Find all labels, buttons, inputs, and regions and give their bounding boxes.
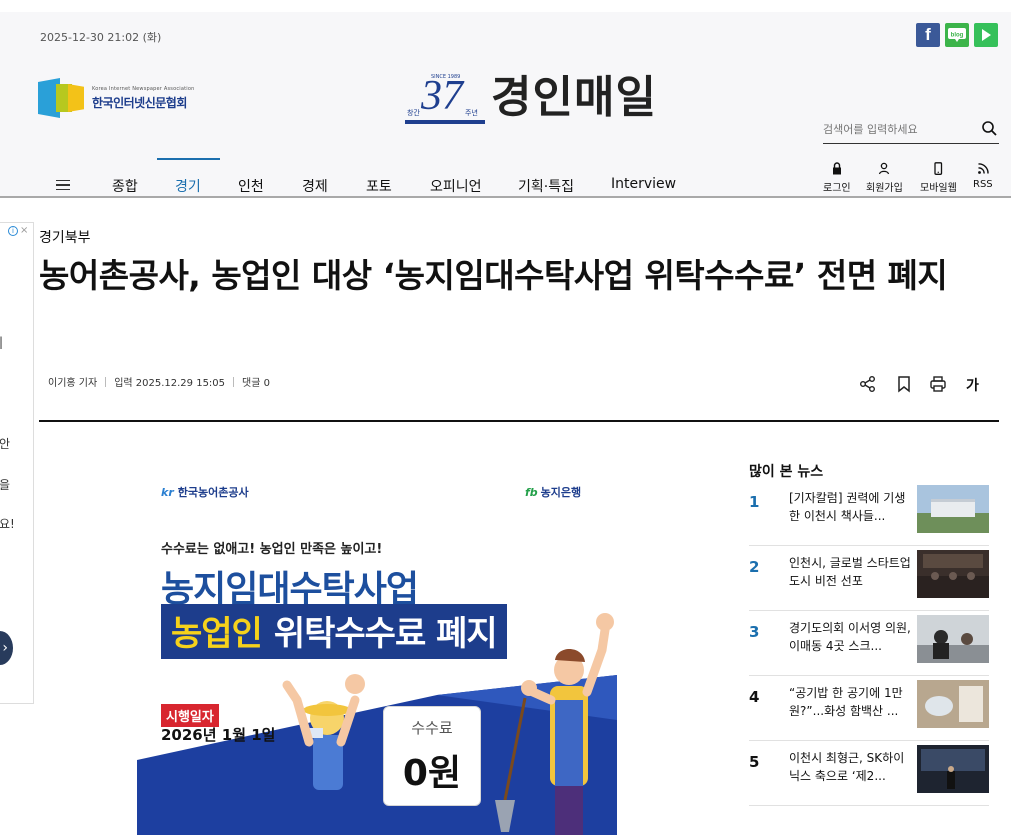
hero-fee-value: 0원 (402, 753, 462, 794)
popular-news-item[interactable]: 1 [기자칼럼] 권력에 기생한 이천시 책사들... (749, 481, 989, 546)
nav-item-opinion[interactable]: 오피니언 (430, 176, 482, 196)
print-icon[interactable] (929, 375, 947, 393)
popular-headline[interactable]: “공기밥 한 공기에 1만원?”...화성 함백산 ... (789, 684, 911, 720)
nav-item-economy[interactable]: 경제 (302, 176, 328, 196)
mobile-icon (934, 162, 943, 175)
popular-headline[interactable]: [기자칼럼] 권력에 기생한 이천시 책사들... (789, 489, 911, 525)
side-ad-banner[interactable]: i × | 안 을 요! › (0, 222, 34, 704)
ad-info-icon[interactable]: i (8, 226, 18, 236)
krc-logo-icon: kr (161, 486, 174, 499)
hero-title-rest: 위탁수수료 폐지 (273, 614, 498, 654)
lock-icon (832, 162, 841, 175)
association-logo[interactable]: Korea Internet Newspaper Association 한국인… (38, 78, 195, 118)
nav-item-interview[interactable]: Interview (611, 176, 676, 192)
article-category[interactable]: 경기북부 (39, 227, 91, 247)
anniversary-number: 37 (421, 73, 463, 119)
rss-label: RSS (973, 179, 993, 190)
hero-org-right-text: 농지은행 (540, 486, 582, 499)
popular-thumbnail[interactable] (917, 550, 989, 598)
reporter-name[interactable]: 이기홍 기자 (48, 374, 97, 389)
hero-org-left-text: 한국농어촌공사 (177, 486, 249, 499)
article-divider (39, 420, 999, 422)
association-name-en: Korea Internet Newspaper Association (92, 85, 195, 92)
logo-name: 경인매일 (491, 72, 657, 123)
popular-rank: 4 (749, 688, 760, 706)
popular-news-item[interactable]: 3 경기도의회 이서영 의원, 이매동 4곳 스크... (749, 611, 989, 676)
popular-rank: 2 (749, 558, 760, 576)
hero-org-left: kr 한국농어촌공사 (161, 484, 249, 500)
site-logo[interactable]: SINCE 1989 37 창간 주년 경인매일 (405, 72, 657, 124)
nav-item-incheon[interactable]: 인천 (238, 176, 264, 196)
association-name-ko: 한국인터넷신문협회 (92, 95, 187, 110)
mobile-web-link[interactable]: 모바일웹 (920, 162, 957, 194)
ad-text-fragment: | (0, 335, 3, 349)
font-size-button[interactable]: 가 (966, 375, 979, 395)
menu-icon[interactable] (56, 180, 70, 190)
comment-count[interactable]: 댓글 0 (242, 374, 270, 389)
popular-news-title: 많이 본 뉴스 (749, 464, 824, 480)
blog-icon-text: blog (951, 33, 964, 39)
current-date: 2025-12-30 21:02 (화) (40, 31, 162, 44)
ad-text-fragment: 을 (0, 478, 11, 492)
article-hero-image: kr 한국농어촌공사 fb 농지은행 수수료는 없애고! 농업인 만족은 높이고! … (137, 460, 617, 835)
hero-title-highlight: 농업인 (171, 614, 263, 654)
nav-item-photo[interactable]: 포토 (366, 176, 392, 196)
login-link[interactable]: 로그인 (823, 162, 851, 194)
hero-title-line2: 농업인 위탁수수료 폐지 (161, 604, 507, 659)
nav-item-feature[interactable]: 기획·특집 (518, 176, 574, 196)
signup-label: 회원가입 (866, 183, 903, 194)
nav-item-gyeonggi[interactable]: 경기 (175, 176, 201, 196)
published-date: 입력 2025.12.29 15:05 (114, 378, 226, 389)
hero-fee-label: 수수료 (411, 719, 453, 737)
search-box (823, 116, 999, 144)
login-label: 로그인 (823, 183, 851, 194)
main-nav: 종합 경기 인천 경제 포토 오피니언 기획·특집 Interview (0, 158, 1011, 208)
popular-rank: 1 (749, 493, 760, 511)
popular-rank: 3 (749, 623, 760, 641)
blog-icon[interactable]: blog (945, 23, 969, 47)
popular-headline[interactable]: 인천시, 글로벌 스타트업 도시 비전 선포 (789, 554, 911, 590)
popular-news-item[interactable]: 2 인천시, 글로벌 스타트업 도시 비전 선포 (749, 546, 989, 611)
association-emblem-icon (38, 78, 84, 118)
anniversary-left-label: 창간 (407, 109, 420, 117)
article-meta: 이기홍 기자 입력 2025.12.29 15:05 댓글 0 (48, 374, 270, 389)
hero-subtitle: 수수료는 없애고! 농업인 만족은 높이고! (161, 542, 383, 557)
popular-rank: 5 (749, 753, 760, 771)
popular-headline[interactable]: 경기도의회 이서영 의원, 이매동 4곳 스크... (789, 619, 911, 655)
play-icon[interactable] (974, 23, 998, 47)
popular-thumbnail[interactable] (917, 615, 989, 663)
hero-org-right: fb 농지은행 (525, 484, 581, 500)
ad-text-fragment: 요! (0, 517, 15, 531)
hero-date-value: 2026년 1월 1일 (161, 726, 276, 744)
share-icon[interactable] (859, 375, 877, 393)
bookmark-icon[interactable] (895, 375, 913, 393)
user-icon (879, 162, 890, 175)
facebook-icon[interactable]: f (916, 23, 940, 47)
ad-text-fragment: 안 (0, 437, 11, 451)
rss-link[interactable]: RSS (973, 162, 993, 190)
search-icon[interactable] (981, 120, 999, 138)
popular-news-item[interactable]: 5 이천시 최형근, SK하이닉스 축으로 ‘제2... (749, 741, 989, 806)
rss-icon (977, 163, 989, 174)
popular-headline[interactable]: 이천시 최형근, SK하이닉스 축으로 ‘제2... (789, 749, 911, 785)
nav-active-indicator (157, 158, 220, 160)
popular-thumbnail[interactable] (917, 680, 989, 728)
article-headline: 농어촌공사, 농업인 대상 ‘농지임대수탁사업 위탁수수료’ 전면 폐지 (39, 256, 948, 295)
popular-thumbnail[interactable] (917, 745, 989, 793)
popular-news-item[interactable]: 4 “공기밥 한 공기에 1만원?”...화성 함백산 ... (749, 676, 989, 741)
hero-fee-card: 수수료 0원 (383, 706, 481, 806)
signup-link[interactable]: 회원가입 (866, 162, 903, 194)
mobile-web-label: 모바일웹 (920, 183, 957, 194)
site-header: 2025-12-30 21:02 (화) f blog Korea Intern… (0, 0, 1011, 198)
farmland-bank-logo-icon: fb (525, 486, 538, 499)
anniversary-emblem: SINCE 1989 37 창간 주년 (405, 73, 485, 124)
ad-next-arrow-icon[interactable]: › (0, 631, 13, 665)
ad-close-icon[interactable]: × (20, 225, 28, 236)
search-input[interactable] (823, 123, 973, 136)
nav-item-general[interactable]: 종합 (112, 176, 138, 196)
anniversary-right-label: 주년 (465, 109, 478, 117)
popular-thumbnail[interactable] (917, 485, 989, 533)
